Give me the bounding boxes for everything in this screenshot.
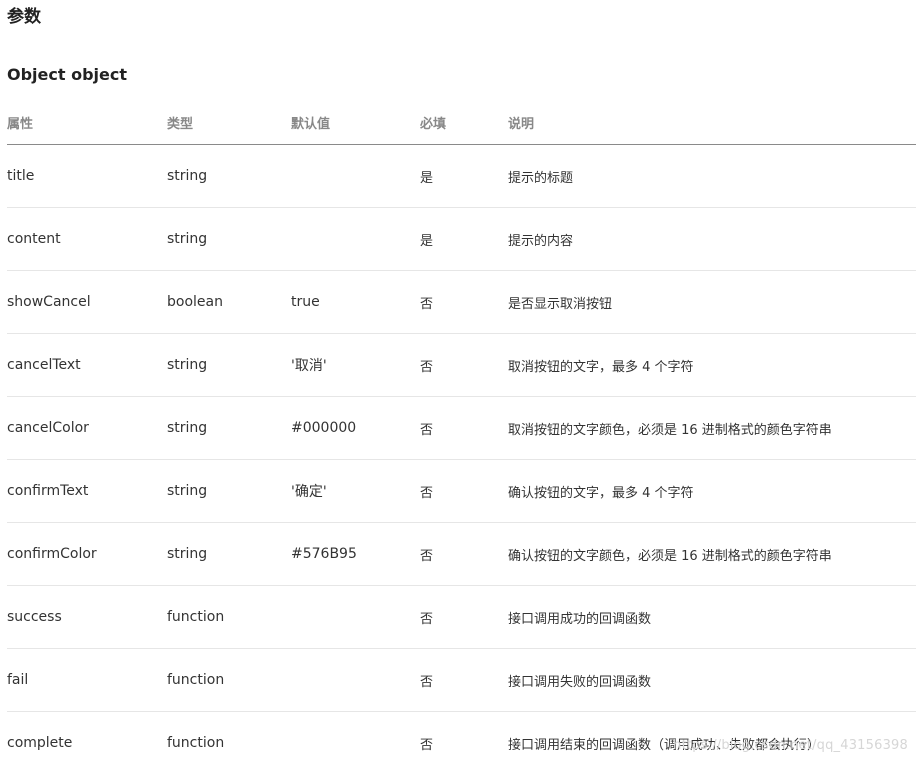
doc-page: 参数 Object object 属性 类型 默认值 必填 说明 title s… <box>0 0 916 768</box>
cell-name: showCancel <box>7 270 167 334</box>
cell-type: string <box>167 207 291 271</box>
cell-default <box>291 648 420 712</box>
cell-name: title <box>7 144 167 208</box>
cell-required: 否 <box>420 459 508 523</box>
cell-description: 接口调用成功的回调函数 <box>508 585 916 649</box>
cell-type: function <box>167 585 291 649</box>
cell-name: cancelText <box>7 333 167 397</box>
cell-type: string <box>167 144 291 208</box>
section-title: 参数 <box>7 7 41 27</box>
cell-type: string <box>167 459 291 523</box>
table-row: cancelColor string #000000 否 取消按钮的文字颜色，必… <box>7 396 916 460</box>
cell-description: 取消按钮的文字颜色，必须是 16 进制格式的颜色字符串 <box>508 396 916 460</box>
params-table: 属性 类型 默认值 必填 说明 title string 是 提示的标题 con… <box>7 101 916 768</box>
header-property: 属性 <box>7 101 167 145</box>
cell-required: 否 <box>420 522 508 586</box>
table-row: content string 是 提示的内容 <box>7 207 916 271</box>
table-header-row: 属性 类型 默认值 必填 说明 <box>7 101 916 145</box>
cell-default: #576B95 <box>291 522 420 586</box>
cell-name: success <box>7 585 167 649</box>
header-required: 必填 <box>420 101 508 145</box>
cell-required: 否 <box>420 737 434 753</box>
cell-name: cancelColor <box>7 396 167 460</box>
cell-default: '取消' <box>291 333 420 397</box>
cell-name: confirmColor <box>7 522 167 586</box>
table-row: fail function 否 接口调用失败的回调函数 <box>7 648 916 712</box>
cell-description: 提示的内容 <box>508 207 916 271</box>
cell-description: 提示的标题 <box>508 144 916 208</box>
cell-name: complete <box>7 735 73 751</box>
header-type: 类型 <box>167 101 291 145</box>
cell-required: 否 <box>420 270 508 334</box>
cell-required: 否 <box>420 585 508 649</box>
cell-type: function <box>167 735 225 751</box>
table-row: confirmColor string #576B95 否 确认按钮的文字颜色，… <box>7 522 916 586</box>
cell-required: 否 <box>420 648 508 712</box>
cell-required: 否 <box>420 396 508 460</box>
cell-type: string <box>167 522 291 586</box>
table-row: success function 否 接口调用成功的回调函数 <box>7 585 916 649</box>
cell-default <box>291 712 420 768</box>
cell-default <box>291 585 420 649</box>
cell-default: '确定' <box>291 459 420 523</box>
cell-required: 是 <box>420 144 508 208</box>
cell-name: fail <box>7 648 167 712</box>
cell-required: 否 <box>420 333 508 397</box>
table-row: confirmText string '确定' 否 确认按钮的文字，最多 4 个… <box>7 459 916 523</box>
cell-name: confirmText <box>7 459 167 523</box>
cell-default: #000000 <box>291 396 420 460</box>
cell-default: true <box>291 270 420 334</box>
cell-description: 接口调用失败的回调函数 <box>508 648 916 712</box>
cell-description: 取消按钮的文字，最多 4 个字符 <box>508 333 916 397</box>
header-default: 默认值 <box>291 101 420 145</box>
cell-type: string <box>167 396 291 460</box>
table-row: title string 是 提示的标题 <box>7 144 916 208</box>
cell-description: 确认按钮的文字，最多 4 个字符 <box>508 459 916 523</box>
header-description: 说明 <box>508 101 916 145</box>
cell-type: boolean <box>167 270 291 334</box>
cell-description: 是否显示取消按钮 <box>508 270 916 334</box>
cell-name: content <box>7 207 167 271</box>
cell-description: 确认按钮的文字颜色，必须是 16 进制格式的颜色字符串 <box>508 522 916 586</box>
cell-type: string <box>167 333 291 397</box>
table-row: showCancel boolean true 否 是否显示取消按钮 <box>7 270 916 334</box>
cell-default <box>291 144 420 208</box>
cell-required: 是 <box>420 207 508 271</box>
watermark: https://blog.csdn.net/qq_43156398 <box>673 738 908 753</box>
cell-default <box>291 207 420 271</box>
table-row: cancelText string '取消' 否 取消按钮的文字，最多 4 个字… <box>7 333 916 397</box>
subsection-title: Object object <box>7 65 128 84</box>
cell-type: function <box>167 648 291 712</box>
